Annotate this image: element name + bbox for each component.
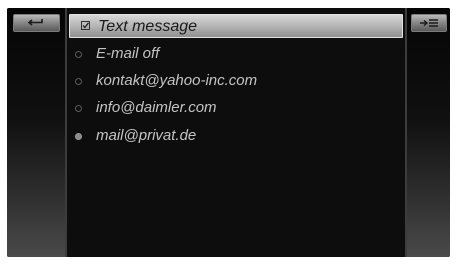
left-panel <box>7 8 65 257</box>
option-kontakt-yahoo[interactable]: kontakt@yahoo-inc.com <box>70 71 390 93</box>
option-label: mail@privat.de <box>96 127 197 144</box>
option-label: kontakt@yahoo-inc.com <box>96 72 258 89</box>
menu-list-icon <box>420 19 438 27</box>
right-panel <box>407 8 450 257</box>
back-arrow-icon <box>27 19 43 26</box>
menu-button[interactable] <box>411 14 447 32</box>
checkbox-checked-icon <box>81 21 90 30</box>
right-divider <box>405 8 407 257</box>
radio-button-icon <box>75 51 82 58</box>
option-email-off[interactable]: E-mail off <box>70 44 390 66</box>
option-mail-privat[interactable]: mail@privat.de <box>70 126 390 148</box>
text-message-label: Text message <box>98 18 198 35</box>
radio-button-icon <box>75 78 82 85</box>
text-message-toggle[interactable]: Text message <box>69 14 403 38</box>
back-button[interactable] <box>13 14 60 32</box>
radio-button-selected-icon <box>75 133 82 140</box>
option-label: E-mail off <box>96 45 160 62</box>
radio-button-icon <box>75 105 82 112</box>
option-label: info@daimler.com <box>96 99 217 116</box>
option-info-daimler[interactable]: info@daimler.com <box>70 98 390 120</box>
